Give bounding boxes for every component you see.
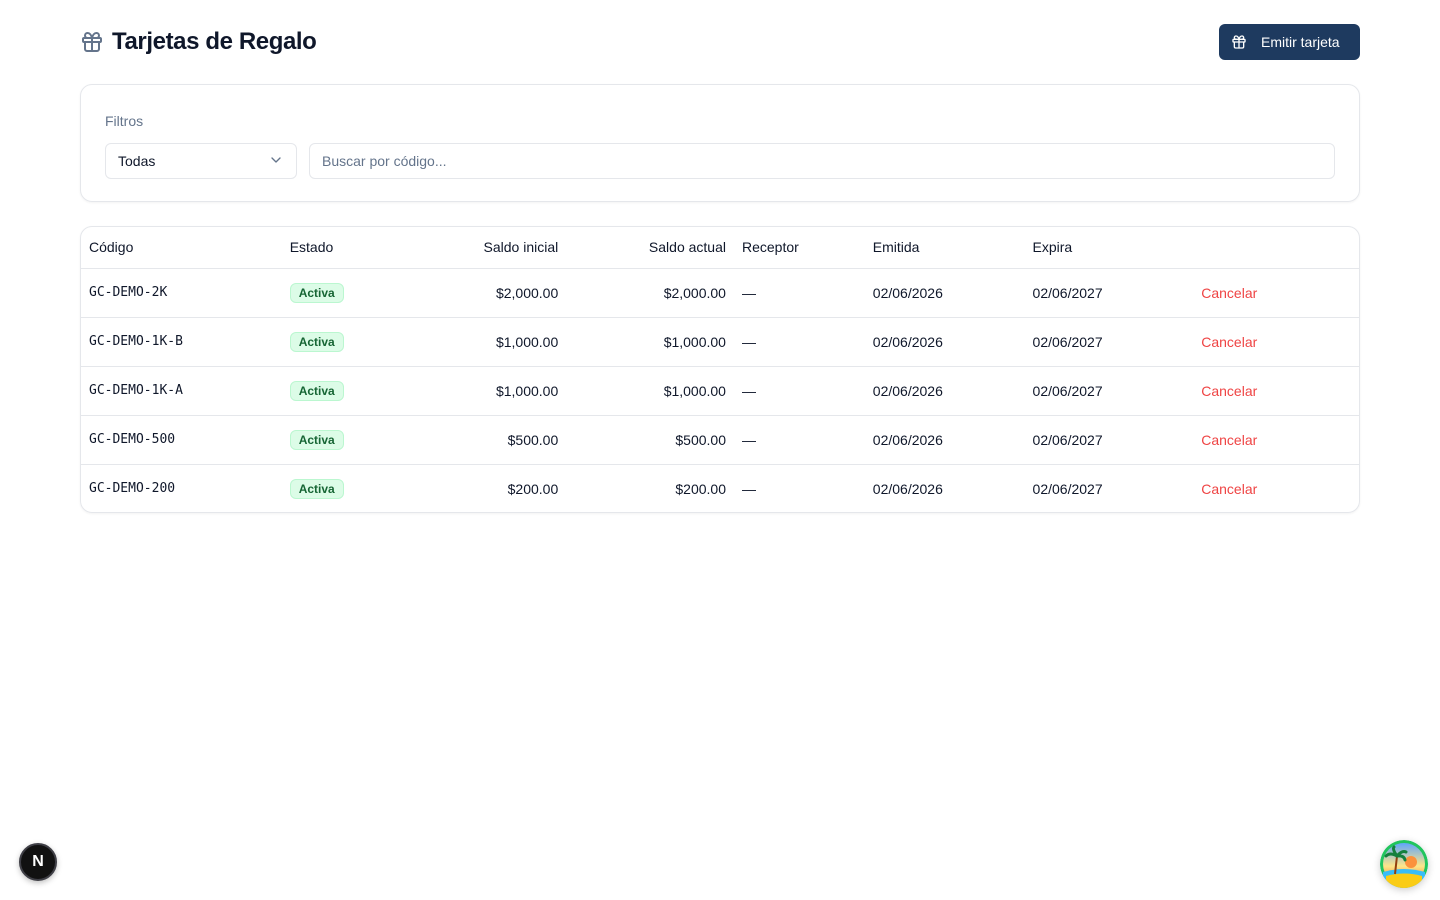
gift-cards-table: Código Estado Saldo inicial Saldo actual… <box>81 227 1359 512</box>
status-select-value: Todas <box>118 153 156 169</box>
action-cell: Cancelar <box>1193 464 1359 512</box>
status-cell: Activa <box>282 317 410 366</box>
card-code: GC-DEMO-500 <box>89 432 176 447</box>
recipient: — <box>741 284 756 301</box>
recipient: — <box>741 382 756 399</box>
card-code: GC-DEMO-200 <box>89 481 176 497</box>
cancel-button[interactable]: Cancelar <box>1201 432 1257 448</box>
issue-card-button[interactable]: Emitir tarjeta <box>1219 24 1360 60</box>
status-cell: Activa <box>282 464 410 512</box>
status-badge: Activa <box>289 429 344 450</box>
action-cell: Cancelar <box>1193 415 1359 464</box>
column-header-status: Estado <box>289 239 334 256</box>
expires-date: 02/06/2027 <box>1032 284 1103 301</box>
table-row: GC-DEMO-200 Activa $200.00 $200.00 — 02/… <box>81 464 1359 512</box>
current-balance: $1,000.00 <box>663 382 726 399</box>
column-header-recipient: Receptor <box>741 239 799 256</box>
table-row: GC-DEMO-500 Activa $500.00 $500.00 — 02/… <box>81 415 1359 464</box>
issue-card-label: Emitir tarjeta <box>1261 34 1340 50</box>
column-header-initial-balance: Saldo inicial <box>483 239 559 256</box>
cancel-button[interactable]: Cancelar <box>1201 334 1257 350</box>
cancel-button[interactable]: Cancelar <box>1201 383 1257 399</box>
status-select[interactable]: Todas <box>105 143 297 179</box>
status-badge: Activa <box>289 331 344 352</box>
cancel-button[interactable]: Cancelar <box>1201 481 1257 497</box>
card-code: GC-DEMO-1K-B <box>89 334 183 349</box>
gift-cards-page: Tarjetas de Regalo Emitir tarjeta Filtro… <box>0 0 1440 900</box>
gift-cards-table-card: Código Estado Saldo inicial Saldo actual… <box>80 226 1360 513</box>
gift-icon <box>1231 34 1247 50</box>
status-badge: Activa <box>289 282 344 303</box>
title-group: Tarjetas de Regalo <box>80 28 317 56</box>
status-badge: Activa <box>289 478 344 499</box>
initial-balance: $1,000.00 <box>495 382 559 399</box>
column-header-expires: Expira <box>1032 239 1073 256</box>
current-balance: $500.00 <box>675 431 726 448</box>
action-cell: Cancelar <box>1193 366 1359 415</box>
recipient: — <box>741 480 756 497</box>
action-cell: Cancelar <box>1193 317 1359 366</box>
search-input[interactable] <box>309 143 1335 179</box>
status-cell: Activa <box>282 366 410 415</box>
column-header-code: Código <box>89 239 134 256</box>
current-balance: $2,000.00 <box>663 284 726 301</box>
page-title: Tarjetas de Regalo <box>112 28 317 55</box>
status-cell: Activa <box>282 415 410 464</box>
recipient: — <box>741 333 756 350</box>
filters-card: Filtros Todas <box>80 84 1360 202</box>
table-row: GC-DEMO-1K-B Activa $1,000.00 $1,000.00 … <box>81 317 1359 366</box>
issued-date: 02/06/2026 <box>872 480 943 497</box>
table-row: GC-DEMO-1K-A Activa $1,000.00 $1,000.00 … <box>81 366 1359 415</box>
card-code: GC-DEMO-2K <box>89 285 168 300</box>
issued-date: 02/06/2026 <box>872 382 943 399</box>
action-cell: Cancelar <box>1193 268 1359 317</box>
issued-date: 02/06/2026 <box>872 431 943 448</box>
gift-icon <box>80 30 104 54</box>
expires-date: 02/06/2027 <box>1032 382 1103 399</box>
table-row: GC-DEMO-2K Activa $2,000.00 $2,000.00 — … <box>81 268 1359 317</box>
status-cell: Activa <box>282 268 410 317</box>
current-balance: $200.00 <box>675 480 726 497</box>
initial-balance: $1,000.00 <box>495 333 559 350</box>
expires-date: 02/06/2027 <box>1032 480 1103 497</box>
page-header: Tarjetas de Regalo Emitir tarjeta <box>80 24 1360 60</box>
column-header-current-balance: Saldo actual <box>648 239 726 256</box>
status-badge: Activa <box>289 380 344 401</box>
initial-balance: $200.00 <box>507 480 559 497</box>
cancel-button[interactable]: Cancelar <box>1201 285 1257 301</box>
column-header-issued: Emitida <box>872 239 920 256</box>
nextjs-icon[interactable]: N <box>19 843 57 881</box>
issued-date: 02/06/2026 <box>872 284 943 301</box>
initial-balance: $500.00 <box>507 431 559 448</box>
expires-date: 02/06/2027 <box>1032 431 1103 448</box>
column-header-actions <box>1193 227 1359 268</box>
table-header-row: Código Estado Saldo inicial Saldo actual… <box>81 227 1359 268</box>
initial-balance: $2,000.00 <box>495 284 559 301</box>
expires-date: 02/06/2027 <box>1032 333 1103 350</box>
current-balance: $1,000.00 <box>663 333 726 350</box>
dev-badge-letter: N <box>32 853 44 870</box>
beach-avatar-icon[interactable] <box>1380 840 1428 888</box>
filters-label: Filtros <box>105 113 144 129</box>
chevron-down-icon <box>268 152 284 171</box>
issued-date: 02/06/2026 <box>872 333 943 350</box>
card-code: GC-DEMO-1K-A <box>89 383 183 398</box>
recipient: — <box>741 431 756 448</box>
filters-row: Todas <box>105 143 1335 179</box>
